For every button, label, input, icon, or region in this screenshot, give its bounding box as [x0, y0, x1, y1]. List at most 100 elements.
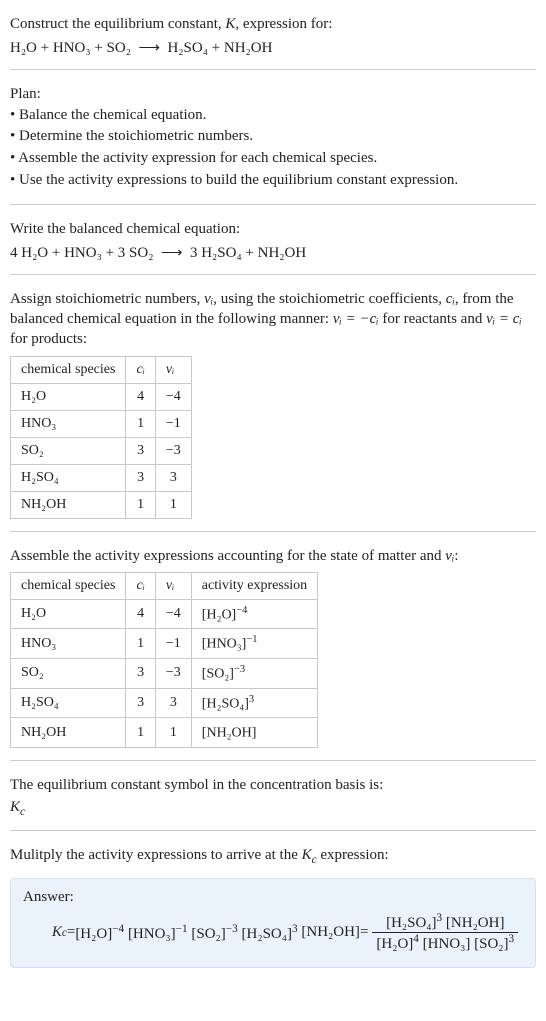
activity-base: [H₂SO₄] [202, 696, 249, 711]
table-row: SO₂3−3[SO₂]−3 [11, 659, 318, 689]
balanced-equation: 4 H₂O + HNO₃ + 3 SO₂ ⟶ 3 H₂SO₄ + NH₂OH [10, 243, 536, 262]
plan-bullet: • Use the activity expressions to build … [10, 170, 536, 192]
stoich-table: chemical species cᵢ νᵢ H₂O4−4 HNO₃1−1 SO… [10, 356, 192, 519]
term-base: [HNO₃] [423, 936, 471, 952]
intro-eq-lhs: H₂O + HNO₃ + SO₂ [10, 40, 131, 56]
arrow-icon: ⟶ [138, 40, 160, 56]
kc-symbol: Kc [10, 799, 536, 818]
term-base: [H₂SO₄] [386, 915, 436, 931]
term-base: [NH₂OH] [301, 924, 360, 940]
table-row: HNO₃1−1 [11, 410, 192, 437]
table-row: H₂O4−4[H₂O]−4 [11, 599, 318, 629]
divider [10, 204, 536, 205]
cell-nui: 3 [155, 464, 191, 491]
term-exp: 3 [292, 923, 298, 935]
table-row: H₂SO₄33[H₂SO₄]3 [11, 688, 318, 718]
cell-species: NH₂OH [11, 491, 126, 518]
term: [HNO₃]−1 [128, 923, 188, 943]
cell-ci: 3 [126, 659, 155, 689]
equals-sign: = [360, 924, 368, 941]
fraction-numerator: [H₂SO₄]3 [NH₂OH] [372, 912, 518, 932]
cell-species: NH₂OH [11, 718, 126, 748]
multiply-section: Mulitply the activity expressions to arr… [10, 839, 536, 872]
fraction-denominator: [H₂O]4 [HNO₃] [SO₂]3 [372, 932, 518, 953]
term: [H₂SO₄]3 [242, 923, 298, 943]
kc-symbol-text: The equilibrium constant symbol in the c… [10, 775, 536, 795]
intro-line: Construct the equilibrium constant, K, e… [10, 14, 536, 34]
intro-equation: H₂O + HNO₃ + SO₂ ⟶ H₂SO₄ + NH₂OH [10, 38, 536, 57]
cell-species: H₂O [11, 599, 126, 629]
cell-ci: 3 [126, 464, 155, 491]
term-base: [H₂O] [376, 936, 413, 952]
divider [10, 69, 536, 70]
term-base: [NH₂OH] [446, 915, 505, 931]
col-species: chemical species [11, 572, 126, 599]
plan-bullet: • Balance the chemical equation. [10, 105, 536, 127]
term: [SO₂]−3 [191, 923, 237, 943]
cell-activity: [SO₂]−3 [191, 659, 317, 689]
cell-species: H₂SO₄ [11, 464, 126, 491]
page: Construct the equilibrium constant, K , e… [0, 0, 546, 984]
multiply-text-part: Mulitply the activity expressions to arr… [10, 847, 302, 863]
cell-nui: 3 [155, 688, 191, 718]
kc-c: c [20, 806, 25, 818]
plan-bullet: • Assemble the activity expression for e… [10, 148, 536, 170]
term-base: [SO₂] [474, 936, 508, 952]
activity-base: [HNO₃] [202, 637, 247, 652]
answer-expression: Kc = [H₂O]−4 [HNO₃]−1 [SO₂]−3 [H₂SO₄]3 [… [23, 912, 523, 953]
table-row: H₂O4−4 [11, 383, 192, 410]
kc-k: K [52, 924, 62, 941]
term: [NH₂OH] [301, 924, 360, 941]
intro-eq-rhs: H₂SO₄ + NH₂OH [167, 40, 272, 56]
rule-prod: νᵢ = cᵢ [486, 311, 522, 327]
assign-text-part: for products: [10, 331, 87, 347]
cell-nui: 1 [155, 491, 191, 518]
term: [H₂O]−4 [75, 923, 124, 943]
balanced-title: Write the balanced chemical equation: [10, 219, 536, 239]
table-header-row: chemical species cᵢ νᵢ [11, 356, 192, 383]
activity-exp: −3 [234, 664, 245, 675]
cell-ci: 3 [126, 437, 155, 464]
divider [10, 531, 536, 532]
cell-species: HNO₃ [11, 410, 126, 437]
kc-k: K [302, 847, 312, 863]
cell-ci: 3 [126, 688, 155, 718]
term-exp: −4 [112, 923, 124, 935]
cell-activity: [H₂SO₄]3 [191, 688, 317, 718]
fraction: [H₂SO₄]3 [NH₂OH] [H₂O]4 [HNO₃] [SO₂]3 [372, 912, 518, 953]
term-exp: 3 [509, 933, 515, 945]
activity-base: [NH₂OH] [202, 726, 257, 741]
term-exp: −1 [176, 923, 188, 935]
intro-text-pre: Construct the equilibrium constant, [10, 16, 225, 32]
cell-nui: −4 [155, 383, 191, 410]
term-exp: −3 [226, 923, 238, 935]
equals-sign: = [67, 924, 75, 941]
cell-species: SO₂ [11, 437, 126, 464]
cell-nui: −1 [155, 410, 191, 437]
nu-symbol: νᵢ [445, 548, 454, 564]
cell-nui: 1 [155, 718, 191, 748]
col-nui: νᵢ [155, 572, 191, 599]
activity-exp: −4 [236, 605, 247, 616]
cell-species: H₂O [11, 383, 126, 410]
cell-ci: 1 [126, 491, 155, 518]
intro-section: Construct the equilibrium constant, K, e… [10, 8, 536, 67]
cell-nui: −4 [155, 599, 191, 629]
cell-ci: 1 [126, 718, 155, 748]
col-ci: cᵢ [126, 356, 155, 383]
assign-text-part: for reactants and [379, 311, 486, 327]
divider [10, 760, 536, 761]
rule-react: νᵢ = −cᵢ [333, 311, 379, 327]
table-row: HNO₃1−1[HNO₃]−1 [11, 629, 318, 659]
table-row: H₂SO₄33 [11, 464, 192, 491]
col-ci: cᵢ [126, 572, 155, 599]
assign-text-part: Assign stoichiometric numbers, [10, 291, 204, 307]
term-base: [H₂SO₄] [242, 926, 292, 942]
cell-ci: 1 [126, 410, 155, 437]
assemble-section: Assemble the activity expressions accoun… [10, 540, 536, 759]
plan-bullet: • Determine the stoichiometric numbers. [10, 126, 536, 148]
assign-text: Assign stoichiometric numbers, νᵢ, using… [10, 289, 536, 350]
cell-activity: [HNO₃]−1 [191, 629, 317, 659]
assemble-text: Assemble the activity expressions accoun… [10, 546, 536, 566]
intro-text-post: , expression for: [235, 16, 332, 32]
